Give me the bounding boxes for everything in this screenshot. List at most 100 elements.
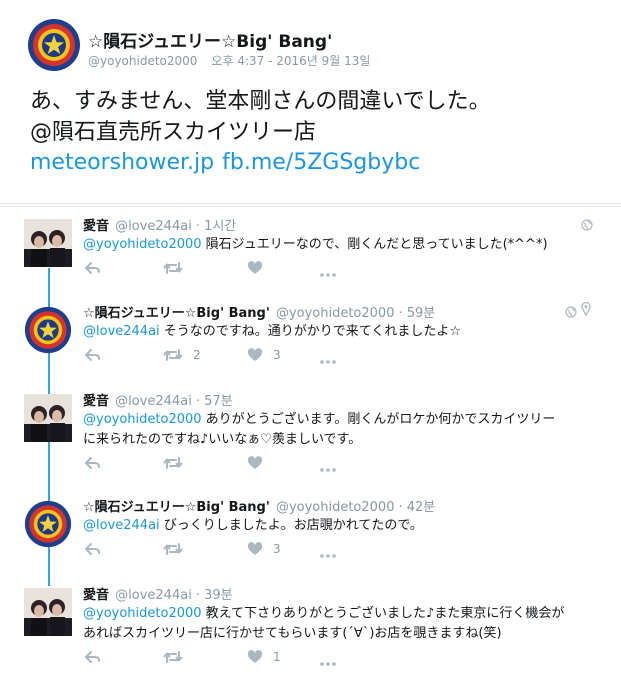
display-name[interactable]: ☆隕石ジュエリー☆Big' Bang' (83, 306, 270, 321)
more-icon (320, 273, 336, 277)
retweet-icon (163, 542, 183, 556)
reply-text-line: あればスカイツリー店に行かせてもらいます(´∀`)お店を覗きますね(笑) (83, 626, 502, 641)
action-bar: 1 (85, 648, 385, 668)
main-tweet: ☆隕石ジュエリー☆Big' Bang' @yoyohideto2000 오후 4:… (0, 0, 621, 203)
divider (0, 206, 621, 207)
like-button[interactable] (247, 259, 273, 277)
reply-tweet[interactable]: 愛音 @love244ai · 39분 @yoyohideto2000 教えて下さり… (0, 578, 621, 675)
handle[interactable]: @yoyohideto2000 (276, 306, 395, 321)
mention-link[interactable]: @yoyohideto2000 (83, 237, 202, 252)
reply-header: 愛音 @love244ai · 39분 (83, 584, 233, 603)
reply-tweet[interactable]: 愛音 @love244ai · 1시간 @yoyohideto2000 隕石ジュエリ… (0, 209, 621, 295)
retweet-button[interactable] (163, 454, 193, 472)
action-bar: 3 (85, 540, 385, 560)
more-button[interactable] (320, 266, 336, 284)
badge-avatar-image (24, 306, 72, 354)
tweet-meta: @yoyohideto2000 오후 4:37 - 2016년 9월 13일 (88, 52, 370, 69)
display-name[interactable]: ☆隕石ジュエリー☆Big' Bang' (88, 27, 332, 52)
reply-button[interactable] (85, 648, 101, 666)
timestamp[interactable]: 오후 4:37 - 2016년 9월 13일 (211, 54, 370, 68)
timestamp[interactable]: · 57분 (196, 394, 233, 409)
avatar[interactable] (24, 306, 72, 354)
more-icon (320, 360, 336, 364)
handle[interactable]: @love244ai (115, 219, 192, 234)
retweet-icon (163, 261, 183, 275)
reply-tweet[interactable]: 愛音 @love244ai · 57분 @yoyohideto2000 ありがとうご… (0, 384, 621, 484)
action-bar: 23 (85, 346, 385, 366)
retweet-button[interactable]: 2 (163, 346, 201, 364)
retweet-button[interactable] (163, 259, 193, 277)
like-count: 3 (273, 542, 281, 556)
link[interactable]: fb.me/5ZGSgbybc (222, 150, 420, 175)
display-name[interactable]: 愛音 (83, 588, 109, 603)
more-icon (320, 468, 336, 472)
timestamp[interactable]: · 39분 (196, 588, 233, 603)
like-button[interactable]: 3 (247, 346, 281, 364)
like-button[interactable]: 3 (247, 540, 281, 558)
mention-link[interactable]: @yoyohideto2000 (83, 606, 202, 621)
tweet-text-line: @隕石直売所スカイツリー店 (30, 120, 317, 145)
retweet-button[interactable] (163, 648, 193, 666)
reply-button[interactable] (85, 259, 101, 277)
heart-icon (247, 348, 263, 362)
timestamp[interactable]: · 42분 (398, 500, 435, 515)
reply-icon (85, 542, 101, 556)
avatar[interactable] (24, 394, 72, 442)
reply-text: @yoyohideto2000 隕石ジュエリーなので、剛くんだと思っていました(… (83, 235, 548, 255)
mention-link[interactable]: @yoyohideto2000 (83, 412, 202, 427)
avatar[interactable] (24, 219, 72, 267)
reply-button[interactable] (85, 454, 101, 472)
mention-link[interactable]: @love244ai (83, 518, 160, 533)
retweet-icon (163, 650, 183, 664)
retweet-button[interactable] (163, 540, 193, 558)
heart-icon (247, 650, 263, 664)
handle[interactable]: @yoyohideto2000 (276, 500, 395, 515)
display-name[interactable]: 愛音 (83, 219, 109, 234)
badge-avatar-image (28, 19, 80, 71)
action-bar (85, 454, 385, 474)
person-avatar-image (24, 219, 72, 267)
heart-icon (247, 542, 263, 556)
display-name[interactable]: ☆隕石ジュエリー☆Big' Bang' (83, 500, 270, 515)
like-count: 3 (273, 348, 281, 362)
more-icon (320, 554, 336, 558)
retweet-icon (163, 456, 183, 470)
tweet-text-line: あ、すみません、堂本剛さんの間違いでした。 (30, 89, 491, 114)
more-icon (320, 662, 336, 666)
like-button[interactable] (247, 454, 273, 472)
retweet-icon (163, 348, 183, 362)
reply-text: @love244ai そうなのですね。通りがかりで来てくれましたよ☆ (83, 322, 461, 342)
handle[interactable]: @love244ai (115, 394, 192, 409)
reply-text: @yoyohideto2000 教えて下さりありがとうございました♪また東京に行… (83, 604, 564, 644)
heart-icon (247, 261, 263, 275)
more-button[interactable] (320, 655, 336, 673)
reply-tweet[interactable]: ☆隕石ジュエリー☆Big' Bang' @yoyohideto2000 · 42분… (0, 490, 621, 576)
avatar[interactable] (24, 588, 72, 636)
action-bar (85, 259, 385, 279)
more-button[interactable] (320, 353, 336, 371)
globe-icon (565, 303, 577, 318)
location-pin-icon[interactable] (581, 301, 591, 317)
reply-text-line: に来られたのですね♪いいなぁ♡羨ましいです。 (83, 432, 362, 447)
timestamp[interactable]: · 59분 (398, 306, 435, 321)
link[interactable]: meteorshower.jp (30, 150, 214, 175)
reply-header: ☆隕石ジュエリー☆Big' Bang' @yoyohideto2000 · 59분 (83, 302, 435, 321)
reply-button[interactable] (85, 346, 101, 364)
avatar[interactable] (27, 18, 81, 72)
like-button[interactable]: 1 (247, 648, 281, 666)
handle[interactable]: @yoyohideto2000 (88, 54, 197, 68)
reply-button[interactable] (85, 540, 101, 558)
reply-header: ☆隕石ジュエリー☆Big' Bang' @yoyohideto2000 · 42분 (83, 496, 435, 515)
reply-text-line: ありがとうございます。剛くんがロケか何かでスカイツリー (205, 412, 556, 427)
handle[interactable]: @love244ai (115, 588, 192, 603)
reply-text: @love244ai びっくりしましたよ。お店覗かれてたので。 (83, 516, 423, 536)
avatar[interactable] (24, 500, 72, 548)
timestamp[interactable]: · 1시간 (196, 219, 236, 234)
person-avatar-image (24, 588, 72, 636)
more-button[interactable] (320, 547, 336, 565)
more-button[interactable] (320, 461, 336, 479)
retweet-count: 2 (193, 348, 201, 362)
mention-link[interactable]: @love244ai (83, 324, 160, 339)
reply-tweet[interactable]: ☆隕石ジュエリー☆Big' Bang' @yoyohideto2000 · 59분… (0, 296, 621, 382)
display-name[interactable]: 愛音 (83, 394, 109, 409)
